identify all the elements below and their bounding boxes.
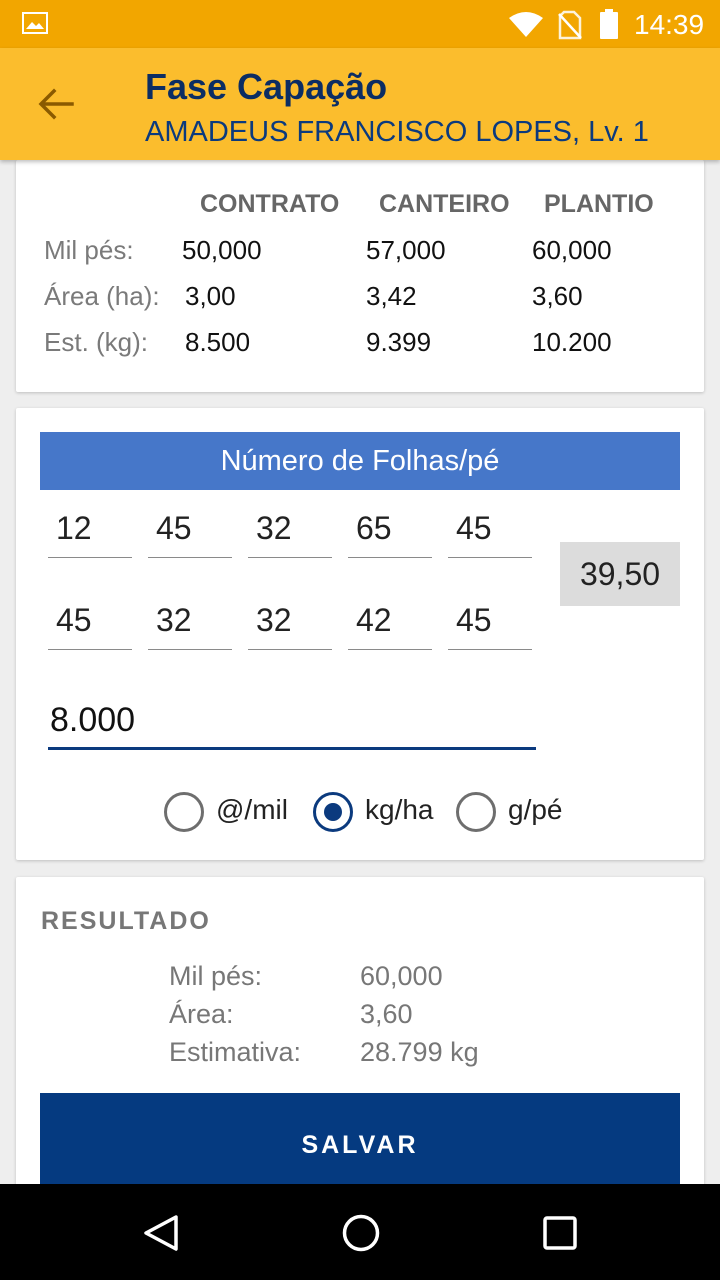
wifi-icon [509, 12, 543, 37]
leaves-banner: Número de Folhas/pé [40, 432, 680, 490]
no-sim-icon [558, 10, 582, 40]
leaf-count-field[interactable]: 32 [248, 506, 332, 558]
row-label-mil-pes: Mil pés: [44, 235, 134, 265]
cell-canteiro-mil-pes: 57,000 [366, 235, 446, 265]
page-subtitle: AMADEUS FRANCISCO LOPES, Lv. 1 [145, 116, 649, 148]
app-bar: Fase Capação AMADEUS FRANCISCO LOPES, Lv… [0, 48, 720, 160]
weight-input[interactable]: 8.000 [48, 690, 536, 750]
leaf-count-field[interactable]: 12 [48, 506, 132, 558]
radio-label: g/pé [508, 794, 563, 825]
leaf-average-display: 39,50 [560, 542, 680, 606]
leaves-card: Número de Folhas/pé 12 45 32 65 45 45 32… [16, 408, 704, 860]
result-label-area: Área: [169, 999, 234, 1029]
cell-contrato-area: 3,00 [185, 281, 236, 311]
leaf-count-field[interactable]: 65 [348, 506, 432, 558]
leaf-count-field[interactable]: 32 [248, 598, 332, 650]
result-value-mil-pes: 60,000 [360, 961, 443, 991]
result-value-area: 3,60 [360, 999, 413, 1029]
column-header-plantio: PLANTIO [544, 190, 654, 218]
cell-canteiro-estimativa: 9.399 [366, 327, 432, 357]
leaf-count-field[interactable]: 45 [448, 598, 532, 650]
result-title: RESULTADO [41, 907, 211, 935]
cell-contrato-mil-pes: 50,000 [182, 235, 262, 265]
cell-contrato-estimativa: 8.500 [185, 327, 251, 357]
radio-unchecked-icon[interactable] [456, 792, 496, 832]
save-button[interactable]: SALVAR [40, 1093, 680, 1197]
page-title: Fase Capação [145, 66, 388, 107]
cell-plantio-area: 3,60 [532, 281, 583, 311]
system-nav-bar [0, 1184, 720, 1280]
result-label-mil-pes: Mil pés: [169, 961, 263, 991]
column-header-canteiro: CANTEIRO [379, 190, 510, 218]
battery-icon [600, 9, 618, 39]
recents-square-icon[interactable] [542, 1215, 578, 1251]
result-card: RESULTADO Mil pés: 60,000 Área: 3,60 Est… [16, 877, 704, 1197]
status-time: 14:39 [634, 9, 705, 40]
leaf-count-field[interactable]: 45 [48, 598, 132, 650]
result-label-estimativa: Estimativa: [169, 1037, 302, 1067]
cell-canteiro-area: 3,42 [366, 281, 417, 311]
home-circle-icon[interactable] [341, 1213, 381, 1253]
radio-checked-icon[interactable] [313, 792, 353, 832]
cell-plantio-estimativa: 10.200 [532, 327, 612, 357]
radio-label: @/mil [216, 794, 288, 825]
leaf-count-field[interactable]: 32 [148, 598, 232, 650]
row-label-estimativa: Est. (kg): [44, 327, 149, 357]
leaf-count-field[interactable]: 42 [348, 598, 432, 650]
gallery-icon [22, 12, 48, 34]
row-label-area: Área (ha): [44, 281, 160, 311]
result-value-estimativa: 28.799 kg [360, 1037, 479, 1067]
cell-plantio-mil-pes: 60,000 [532, 235, 612, 265]
radio-unchecked-icon[interactable] [164, 792, 204, 832]
status-bar: 14:39 [0, 0, 720, 48]
leaf-count-field[interactable]: 45 [448, 506, 532, 558]
back-triangle-icon[interactable] [142, 1214, 180, 1252]
summary-card: CONTRATO CANTEIRO PLANTIO Mil pés: 50,00… [16, 160, 704, 392]
leaf-count-field[interactable]: 45 [148, 506, 232, 558]
arrow-back-icon[interactable] [36, 84, 76, 124]
column-header-contrato: CONTRATO [200, 190, 340, 218]
radio-label: kg/ha [365, 794, 434, 825]
